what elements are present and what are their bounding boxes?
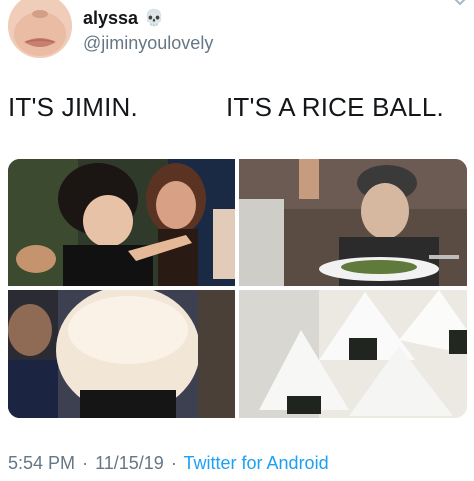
meta-separator: · [82,453,89,473]
caption-right: IT'S A RICE BALL. [226,92,444,122]
media-image-3[interactable] [8,290,235,418]
photo-jimin-pointing [8,159,235,286]
media-image-2[interactable] [239,159,467,286]
tweet-client-link[interactable]: Twitter for Android [184,453,329,473]
display-name-text: alyssa [83,8,139,28]
tweet-time[interactable]: 5:54 PM [8,453,75,473]
media-image-4[interactable] [239,290,467,418]
photo-fuzzy-hat [8,290,235,418]
caption-left: IT'S JIMIN. [8,92,138,122]
user-handle[interactable]: @jiminyoulovely [83,33,213,54]
display-name[interactable]: alyssa 💀 [83,8,164,29]
photo-rice-balls [239,290,467,418]
avatar[interactable] [8,0,72,58]
chevron-down-icon[interactable] [452,0,468,10]
meta-separator: · [170,453,177,473]
media-grid[interactable] [8,159,467,418]
media-image-1[interactable] [8,159,235,286]
tweet-date[interactable]: 11/15/19 [95,453,164,473]
tweet-card: alyssa 💀 @jiminyoulovely IT'S JIMIN. IT'… [0,0,474,481]
avatar-image [8,0,72,58]
skull-icon: 💀 [144,9,164,27]
photo-person-at-table [239,159,467,286]
tweet-metadata: 5:54 PM · 11/15/19 · Twitter for Android [8,453,329,474]
